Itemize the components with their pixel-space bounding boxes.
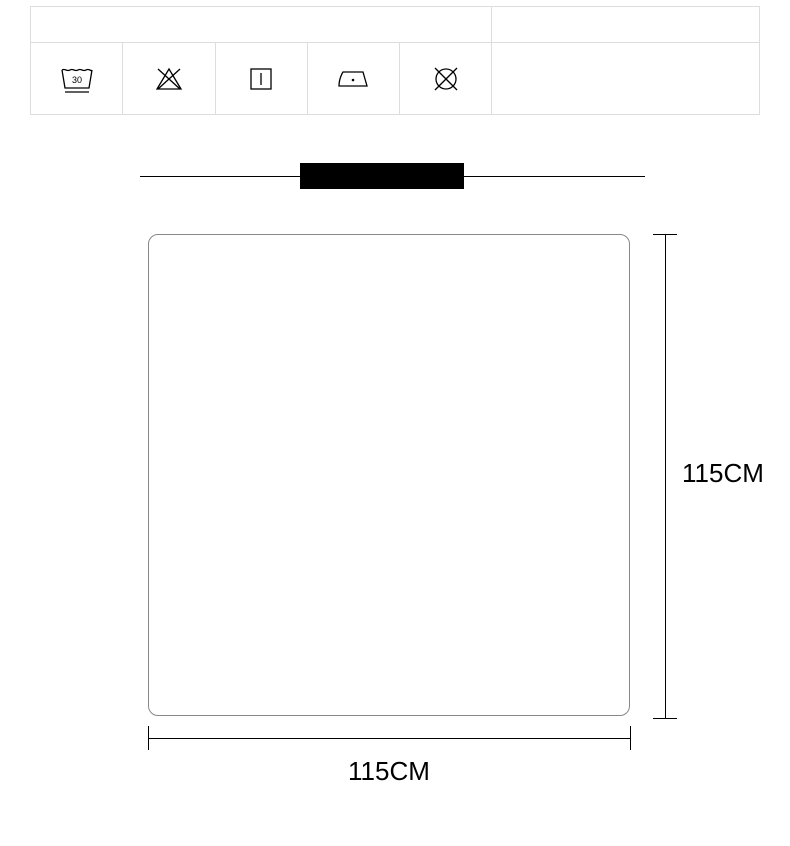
care-header-left [31,7,492,43]
dim-bot-tick-right [630,726,631,750]
care-cell-iron [307,43,399,115]
care-cell-dryclean [400,43,492,115]
dim-bot-line [148,738,630,739]
product-outline [148,234,630,716]
do-not-dryclean-icon [431,64,461,94]
wash-30-icon: 30 [59,64,95,94]
care-table: 30 [30,6,760,115]
dim-right-tick-bot [653,718,677,719]
dry-flat-icon [246,64,276,94]
title-box [300,163,464,189]
iron-low-icon [335,66,371,92]
care-cell-wash: 30 [31,43,123,115]
width-label: 115CM [348,756,430,787]
care-table-header [31,7,760,43]
height-label: 115CM [682,458,764,489]
care-cell-dry [215,43,307,115]
dim-right-line [665,234,666,718]
care-cell-bleach [123,43,215,115]
do-not-bleach-icon [154,64,184,94]
care-cell-empty [492,43,760,115]
wash-temp-text: 30 [72,75,82,85]
care-table-icons: 30 [31,43,760,115]
care-header-right [492,7,760,43]
